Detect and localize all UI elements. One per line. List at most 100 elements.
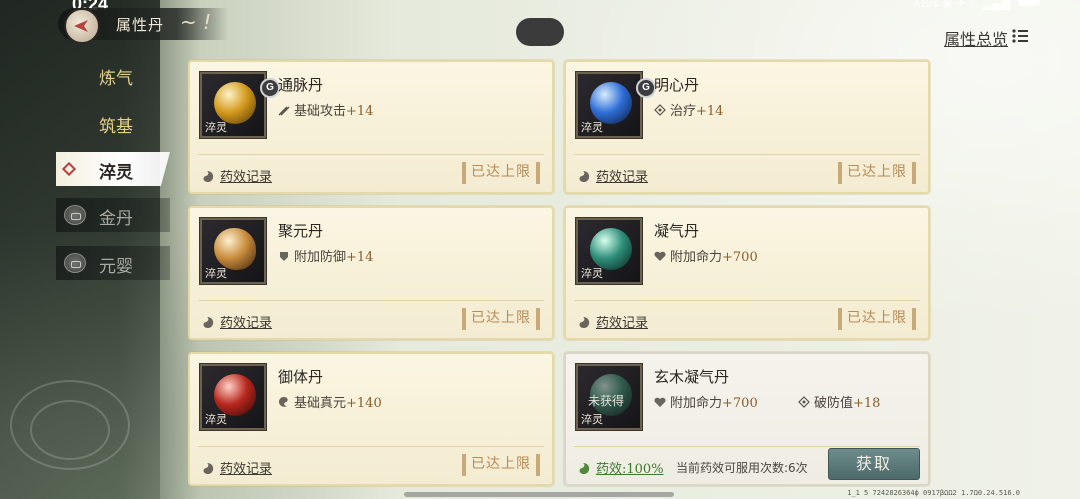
record-label: 药效记录 <box>596 316 649 331</box>
pill-icon-frame: 淬灵 <box>200 218 266 284</box>
record-label: 药效记录 <box>596 170 649 185</box>
list-icon[interactable] <box>1010 26 1030 46</box>
pill-card[interactable]: 淬灵 聚元丹 附加防御+14 药效记录 已达上限 <box>188 206 554 340</box>
pill-name: 通脉丹 <box>278 76 324 94</box>
net-speed: KB/s <box>913 0 939 10</box>
pill-orb-icon <box>214 374 256 416</box>
status-icons: KB/s ◉ ✈ ☾ ▂▄▆ ◠ <box>913 0 1024 10</box>
efficacy-record-link[interactable]: 药效记录 <box>200 312 272 331</box>
pill-icon-frame: 淬灵 G <box>200 72 280 138</box>
pill-realm-tag: 淬灵 <box>205 413 227 426</box>
pill-card[interactable]: 未获得 淬灵 玄木凝气丹 附加命力+700 破防值+18 药效:100% 当前药… <box>564 352 930 486</box>
attribute-label: 附加防御 <box>294 250 347 265</box>
back-arrow-icon <box>74 20 88 32</box>
attribute-label: 基础真元 <box>294 396 347 411</box>
grade-badge: G <box>636 78 656 98</box>
build-info-text: 1_1 5 7242826364ф 0917βΩΩ2 1.7Ω0.24.516.… <box>847 489 1020 497</box>
realm-tab-label: 炼气 <box>99 69 133 89</box>
attribute-value: +700 <box>722 250 758 265</box>
attribute-value: +18 <box>853 396 881 411</box>
efficacy-link[interactable]: 药效:100% <box>576 458 664 477</box>
life-icon <box>654 397 666 407</box>
swirl-icon <box>579 317 590 328</box>
realm-tab-jindan[interactable]: 金丹 <box>56 198 170 232</box>
pill-icon-frame: 未获得 淬灵 <box>576 364 642 430</box>
battery-icon <box>1018 0 1040 6</box>
pill-attribute: 基础攻击+14 <box>278 100 373 119</box>
camera-notch <box>516 18 564 46</box>
grade-badge: G <box>260 78 280 98</box>
pill-card[interactable]: 淬灵 御体丹 基础真元+140 药效记录 已达上限 <box>188 352 554 486</box>
pill-card[interactable]: 淬灵 G 通脉丹 基础攻击+14 药效记录 已达上限 <box>188 60 554 194</box>
essence-icon <box>279 397 288 407</box>
realm-tab-label: 淬灵 <box>99 163 133 183</box>
divider <box>198 154 544 155</box>
swirl-icon <box>203 171 214 182</box>
record-label: 药效记录 <box>220 170 273 185</box>
heal-icon <box>654 104 666 116</box>
pill-icon-frame: 淬灵 G <box>576 72 656 138</box>
attribute-value: +140 <box>346 396 382 411</box>
pill-orb-icon <box>590 228 632 270</box>
swirl-icon <box>203 463 214 474</box>
pill-realm-tag: 淬灵 <box>581 413 603 426</box>
break-icon <box>798 396 810 408</box>
pill-attribute: 破防值+18 <box>798 392 880 411</box>
pill-realm-tag: 淬灵 <box>205 267 227 280</box>
pill-icon-frame: 淬灵 <box>200 364 266 430</box>
swirl-icon <box>579 463 590 474</box>
pill-card[interactable]: 淬灵 G 明心丹 治疗+14 药效记录 已达上限 <box>564 60 930 194</box>
page-title: 属性丹 <box>116 16 165 34</box>
realm-tab-lianqi[interactable]: 炼气 <box>56 58 170 92</box>
efficacy-record-link[interactable]: 药效记录 <box>576 312 648 331</box>
pill-card[interactable]: 淬灵 凝气丹 附加命力+700 药效记录 已达上限 <box>564 206 930 340</box>
acquire-button[interactable]: 获取 <box>828 448 920 480</box>
pill-attribute: 治疗+14 <box>654 100 723 119</box>
attribute-value: +700 <box>722 396 758 411</box>
record-label: 药效记录 <box>220 316 273 331</box>
divider <box>574 300 920 301</box>
pill-orb-icon <box>590 82 632 124</box>
pill-realm-tag: 淬灵 <box>581 121 603 134</box>
pill-name: 明心丹 <box>654 76 700 94</box>
title-flourish-icon: ~ ! <box>180 10 212 34</box>
swirl-icon <box>579 171 590 182</box>
realm-tab-cuiling[interactable]: 淬灵 <box>56 152 170 186</box>
back-button[interactable] <box>64 8 100 44</box>
pill-name: 聚元丹 <box>278 222 324 240</box>
attribute-label: 基础攻击 <box>294 104 347 119</box>
realm-tab-yuanying[interactable]: 元婴 <box>56 246 170 280</box>
record-label: 药效记录 <box>220 462 273 477</box>
max-reached-badge: 已达上限 <box>838 308 916 330</box>
realm-tab-label: 筑基 <box>99 117 133 137</box>
attribute-label: 破防值 <box>814 396 854 411</box>
pill-icon-frame: 淬灵 <box>576 218 642 284</box>
life-icon <box>654 251 666 261</box>
attribute-label: 治疗 <box>670 104 697 119</box>
home-indicator[interactable] <box>404 492 674 497</box>
usage-count-text: 当前药效可服用次数:6次 <box>676 461 808 475</box>
pill-attribute: 基础真元+140 <box>278 392 382 411</box>
realm-tab-zhuji[interactable]: 筑基 <box>56 106 170 140</box>
attack-icon <box>278 106 290 116</box>
efficacy-record-link[interactable]: 药效记录 <box>576 166 648 185</box>
lock-icon <box>64 205 86 225</box>
max-reached-badge: 已达上限 <box>462 162 540 184</box>
pill-name: 凝气丹 <box>654 222 700 240</box>
divider <box>198 446 544 447</box>
pill-name: 御体丹 <box>278 368 324 386</box>
swirl-icon <box>203 317 214 328</box>
pill-name: 玄木凝气丹 <box>654 368 730 386</box>
efficacy-label: 药效:100% <box>596 462 664 477</box>
efficacy-record-link[interactable]: 药效记录 <box>200 166 272 185</box>
attribute-value: +14 <box>346 104 374 119</box>
pill-orb-icon <box>214 82 256 124</box>
cloud-swirl-decoration <box>30 400 110 460</box>
divider <box>574 446 920 447</box>
pill-realm-tag: 淬灵 <box>205 121 227 134</box>
overview-link[interactable]: 属性总览 <box>944 26 1008 50</box>
defense-icon <box>280 252 288 261</box>
efficacy-record-link[interactable]: 药效记录 <box>200 458 272 477</box>
realm-tab-label: 元婴 <box>99 257 133 277</box>
divider <box>198 300 544 301</box>
